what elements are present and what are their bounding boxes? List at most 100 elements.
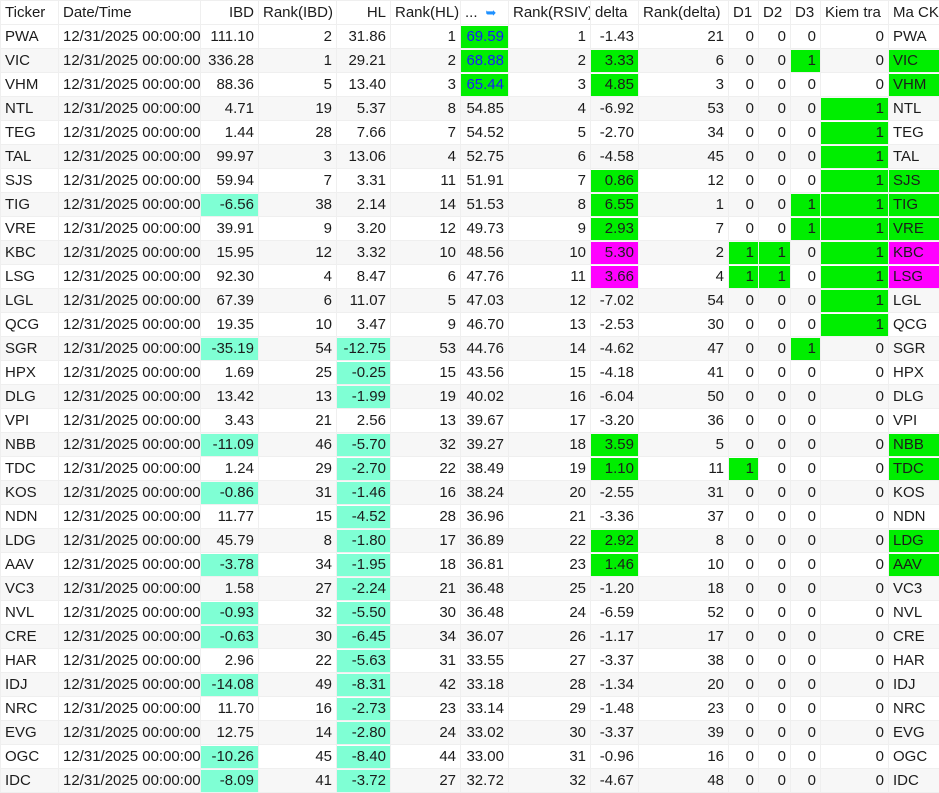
cell-ma-ck[interactable]: TIG	[889, 193, 939, 217]
cell-rank-rsiv[interactable]: 22	[509, 529, 591, 553]
cell-d3[interactable]: 0	[791, 601, 821, 625]
cell-rsiv[interactable]: 68.88	[461, 49, 509, 73]
cell-rank-rsiv[interactable]: 21	[509, 505, 591, 529]
cell-rank-hl[interactable]: 6	[391, 265, 461, 289]
cell-kiem-tra[interactable]: 0	[821, 505, 889, 529]
cell-ibd[interactable]: 336.28	[201, 49, 259, 73]
cell-rank-hl[interactable]: 4	[391, 145, 461, 169]
column-header-d1[interactable]: D1	[729, 1, 759, 25]
cell-d1[interactable]: 0	[729, 169, 759, 193]
cell-rank-delta[interactable]: 50	[639, 385, 729, 409]
cell-d1[interactable]: 0	[729, 49, 759, 73]
cell-d3[interactable]: 1	[791, 193, 821, 217]
cell-d1[interactable]: 0	[729, 697, 759, 721]
cell-rank-ibd[interactable]: 19	[259, 97, 337, 121]
cell-ma-ck[interactable]: NBB	[889, 433, 939, 457]
cell-rank-ibd[interactable]: 22	[259, 649, 337, 673]
cell-rank-hl[interactable]: 22	[391, 457, 461, 481]
table-row[interactable]: IDJ12/31/2025 00:00:00-14.0849-8.314233.…	[1, 673, 939, 697]
cell-rank-ibd[interactable]: 12	[259, 241, 337, 265]
cell-d3[interactable]: 0	[791, 97, 821, 121]
cell-d3[interactable]: 0	[791, 385, 821, 409]
cell-hl[interactable]: -5.63	[337, 649, 391, 673]
cell-ibd[interactable]: 39.91	[201, 217, 259, 241]
cell-rsiv[interactable]: 33.55	[461, 649, 509, 673]
cell-rank-ibd[interactable]: 2	[259, 25, 337, 49]
cell-ibd[interactable]: 12.75	[201, 721, 259, 745]
cell-rank-delta[interactable]: 34	[639, 121, 729, 145]
cell-ticker[interactable]: NBB	[1, 433, 59, 457]
cell-ticker[interactable]: TAL	[1, 145, 59, 169]
cell-ticker[interactable]: IDC	[1, 769, 59, 793]
cell-hl[interactable]: 2.14	[337, 193, 391, 217]
cell-d3[interactable]: 0	[791, 481, 821, 505]
cell-hl[interactable]: -1.46	[337, 481, 391, 505]
cell-hl[interactable]: -4.52	[337, 505, 391, 529]
cell-ticker[interactable]: PWA	[1, 25, 59, 49]
cell-hl[interactable]: 11.07	[337, 289, 391, 313]
cell-ibd[interactable]: 59.94	[201, 169, 259, 193]
cell-kiem-tra[interactable]: 1	[821, 241, 889, 265]
table-row[interactable]: HPX12/31/2025 00:00:001.6925-0.251543.56…	[1, 361, 939, 385]
cell-ma-ck[interactable]: DLG	[889, 385, 939, 409]
cell-d2[interactable]: 0	[759, 721, 791, 745]
cell-ma-ck[interactable]: VPI	[889, 409, 939, 433]
cell-hl[interactable]: -1.80	[337, 529, 391, 553]
cell-rank-ibd[interactable]: 16	[259, 697, 337, 721]
cell-rank-delta[interactable]: 48	[639, 769, 729, 793]
cell-rsiv[interactable]: 39.27	[461, 433, 509, 457]
cell-rank-rsiv[interactable]: 2	[509, 49, 591, 73]
cell-d3[interactable]: 0	[791, 673, 821, 697]
cell-delta[interactable]: -4.58	[591, 145, 639, 169]
cell-d3[interactable]: 0	[791, 649, 821, 673]
cell-hl[interactable]: -8.40	[337, 745, 391, 769]
column-header-rank-rsiv[interactable]: Rank(RSIV)	[509, 1, 591, 25]
cell-hl[interactable]: -2.73	[337, 697, 391, 721]
cell-ticker[interactable]: TDC	[1, 457, 59, 481]
cell-d3[interactable]: 1	[791, 217, 821, 241]
cell-rsiv[interactable]: 32.72	[461, 769, 509, 793]
cell-kiem-tra[interactable]: 0	[821, 73, 889, 97]
cell-d2[interactable]: 0	[759, 649, 791, 673]
cell-rank-ibd[interactable]: 4	[259, 265, 337, 289]
cell-rank-rsiv[interactable]: 14	[509, 337, 591, 361]
cell-delta[interactable]: -4.67	[591, 769, 639, 793]
cell-kiem-tra[interactable]: 1	[821, 217, 889, 241]
cell-rank-rsiv[interactable]: 9	[509, 217, 591, 241]
cell-ticker[interactable]: OGC	[1, 745, 59, 769]
cell-d3[interactable]: 0	[791, 289, 821, 313]
cell-rsiv[interactable]: 44.76	[461, 337, 509, 361]
cell-datetime[interactable]: 12/31/2025 00:00:00	[59, 745, 201, 769]
cell-kiem-tra[interactable]: 1	[821, 121, 889, 145]
cell-ma-ck[interactable]: VRE	[889, 217, 939, 241]
cell-rank-ibd[interactable]: 30	[259, 625, 337, 649]
cell-ma-ck[interactable]: AAV	[889, 553, 939, 577]
cell-rank-rsiv[interactable]: 8	[509, 193, 591, 217]
cell-delta[interactable]: -2.53	[591, 313, 639, 337]
cell-kiem-tra[interactable]: 0	[821, 529, 889, 553]
cell-rank-hl[interactable]: 32	[391, 433, 461, 457]
cell-kiem-tra[interactable]: 0	[821, 697, 889, 721]
cell-ma-ck[interactable]: OGC	[889, 745, 939, 769]
cell-rank-ibd[interactable]: 46	[259, 433, 337, 457]
cell-rank-ibd[interactable]: 32	[259, 601, 337, 625]
cell-d3[interactable]: 0	[791, 25, 821, 49]
cell-delta[interactable]: -3.37	[591, 721, 639, 745]
cell-kiem-tra[interactable]: 0	[821, 649, 889, 673]
cell-datetime[interactable]: 12/31/2025 00:00:00	[59, 337, 201, 361]
cell-hl[interactable]: -3.72	[337, 769, 391, 793]
cell-delta[interactable]: -3.37	[591, 649, 639, 673]
cell-datetime[interactable]: 12/31/2025 00:00:00	[59, 361, 201, 385]
cell-ma-ck[interactable]: TEG	[889, 121, 939, 145]
cell-rank-rsiv[interactable]: 24	[509, 601, 591, 625]
cell-kiem-tra[interactable]: 1	[821, 265, 889, 289]
cell-delta[interactable]: -1.20	[591, 577, 639, 601]
column-header-delta[interactable]: delta	[591, 1, 639, 25]
cell-ma-ck[interactable]: IDJ	[889, 673, 939, 697]
cell-ibd[interactable]: 2.96	[201, 649, 259, 673]
cell-ibd[interactable]: 67.39	[201, 289, 259, 313]
cell-d3[interactable]: 0	[791, 361, 821, 385]
cell-rank-delta[interactable]: 54	[639, 289, 729, 313]
cell-rank-delta[interactable]: 11	[639, 457, 729, 481]
cell-kiem-tra[interactable]: 0	[821, 457, 889, 481]
